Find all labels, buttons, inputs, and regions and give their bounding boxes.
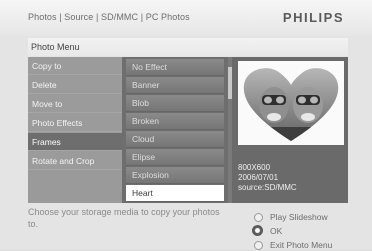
- frame-item-elipse[interactable]: Elipse: [126, 149, 224, 166]
- breadcrumb: Photos | Source | SD/MMC | PC Photos: [28, 12, 190, 22]
- menu-title: Photo Menu: [31, 42, 80, 52]
- help-text: Choose your storage media to copy your p…: [28, 207, 220, 229]
- frame-item-broken[interactable]: Broken: [126, 113, 224, 130]
- menu-content: Copy to Delete Move to Photo Effects Fra…: [28, 57, 348, 203]
- frames-list: No Effect Banner Blob Broken Cloud Elips…: [122, 57, 228, 203]
- option-label: Exit Photo Menu: [270, 240, 333, 250]
- frame-item-banner[interactable]: Banner: [126, 77, 224, 94]
- menu-item-copy-to[interactable]: Copy to: [28, 57, 122, 75]
- photo-preview-heart-frame: [238, 61, 344, 145]
- menu-item-frames[interactable]: Frames: [28, 133, 122, 151]
- screen: Photos | Source | SD/MMC | PC Photos PHI…: [0, 0, 372, 250]
- radio-icon: [254, 241, 263, 250]
- radio-icon: [254, 213, 263, 222]
- menu-title-bar: Photo Menu: [28, 38, 348, 56]
- radio-selected-icon: [252, 225, 263, 236]
- menu-item-delete[interactable]: Delete: [28, 76, 122, 94]
- header-bar: Photos | Source | SD/MMC | PC Photos PHI…: [0, 0, 372, 36]
- frame-item-cloud[interactable]: Cloud: [126, 131, 224, 148]
- menu-item-rotate-crop[interactable]: Rotate and Crop: [28, 152, 122, 170]
- option-label: OK: [270, 226, 283, 236]
- preview-panel: 800X600 2006/07/01 source:SD/MMC: [232, 57, 348, 203]
- frame-item-heart[interactable]: Heart: [126, 185, 224, 202]
- photo-menu-list: Copy to Delete Move to Photo Effects Fra…: [28, 57, 122, 203]
- menu-item-move-to[interactable]: Move to: [28, 95, 122, 113]
- brand-logo: PHILIPS: [282, 10, 344, 25]
- option-label: Play Slideshow: [270, 212, 328, 222]
- frame-item-explosion[interactable]: Explosion: [126, 167, 224, 184]
- menu-item-photo-effects[interactable]: Photo Effects: [28, 114, 122, 132]
- heart-photo-image: [238, 61, 344, 145]
- photo-date: 2006/07/01: [238, 173, 279, 182]
- frame-item-no-effect[interactable]: No Effect: [126, 59, 224, 76]
- photo-source: source:SD/MMC: [238, 183, 297, 192]
- photo-resolution: 800X600: [238, 163, 271, 172]
- frame-item-blob[interactable]: Blob: [126, 95, 224, 112]
